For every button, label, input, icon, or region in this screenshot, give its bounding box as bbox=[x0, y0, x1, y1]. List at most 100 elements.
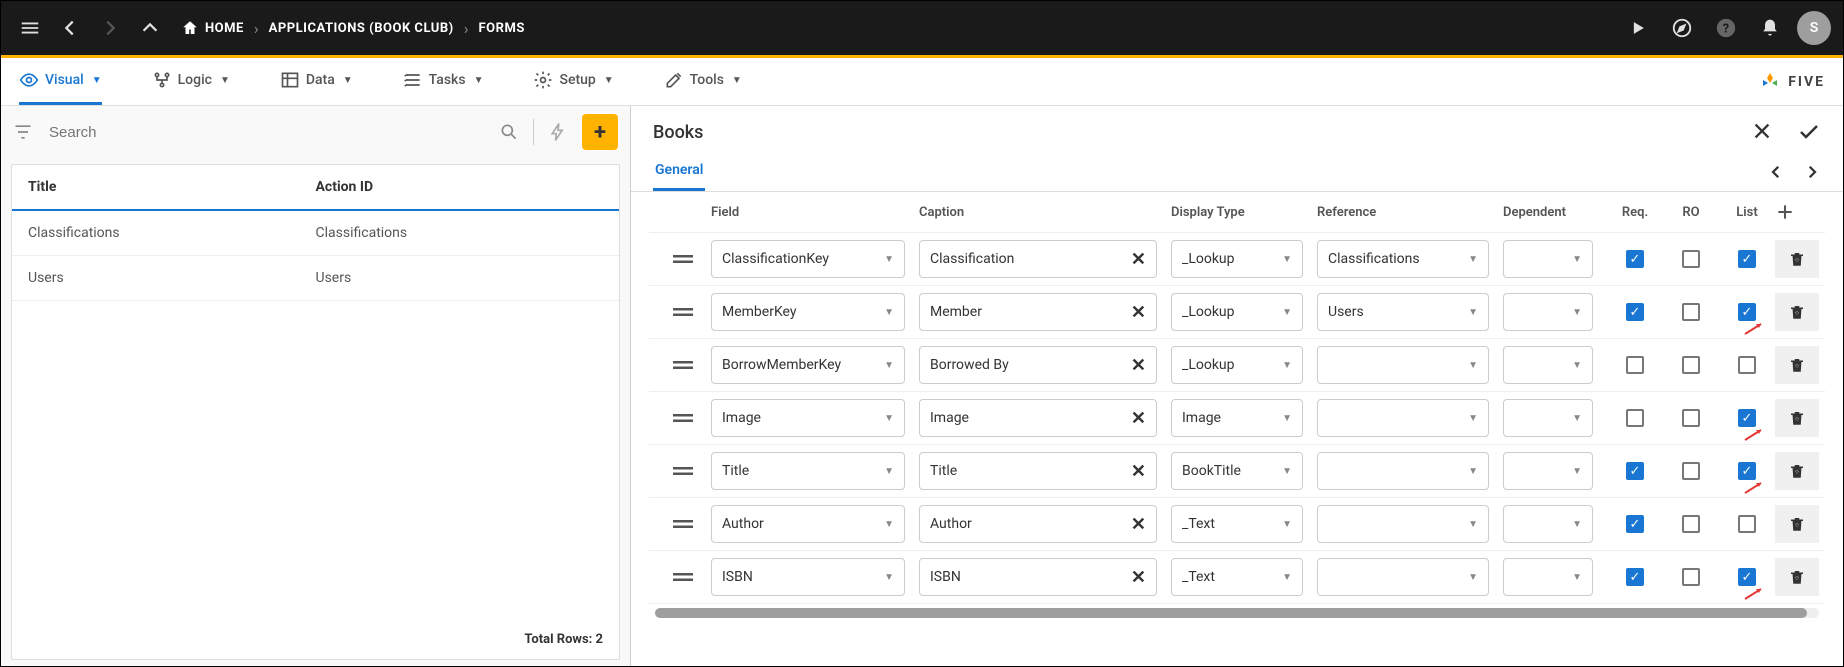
field-select[interactable]: MemberKey▼ bbox=[711, 293, 905, 331]
dependent-select[interactable]: ▼ bbox=[1503, 293, 1593, 331]
bell-icon[interactable] bbox=[1753, 11, 1787, 45]
clear-icon[interactable]: ✕ bbox=[1131, 567, 1146, 588]
up-icon[interactable] bbox=[133, 11, 167, 45]
delete-row-button[interactable] bbox=[1775, 346, 1819, 384]
display-type-select[interactable]: _Lookup▼ bbox=[1171, 346, 1303, 384]
list-checkbox[interactable] bbox=[1738, 515, 1756, 533]
breadcrumb-section[interactable]: FORMS bbox=[479, 21, 525, 36]
menu-tools[interactable]: Tools ▼ bbox=[664, 58, 742, 105]
delete-row-button[interactable] bbox=[1775, 558, 1819, 596]
delete-row-button[interactable] bbox=[1775, 399, 1819, 437]
list-checkbox[interactable]: ✓ bbox=[1738, 568, 1756, 586]
drag-handle-icon[interactable] bbox=[655, 571, 711, 583]
breadcrumb-home[interactable]: HOME bbox=[181, 19, 244, 37]
field-select[interactable]: BorrowMemberKey▼ bbox=[711, 346, 905, 384]
clear-icon[interactable]: ✕ bbox=[1131, 461, 1146, 482]
clear-icon[interactable]: ✕ bbox=[1131, 302, 1146, 323]
explore-icon[interactable] bbox=[1665, 11, 1699, 45]
drag-handle-icon[interactable] bbox=[655, 253, 711, 265]
list-checkbox[interactable]: ✓ bbox=[1738, 250, 1756, 268]
caption-input[interactable]: Image✕ bbox=[919, 399, 1157, 437]
clear-icon[interactable]: ✕ bbox=[1131, 514, 1146, 535]
delete-row-button[interactable] bbox=[1775, 505, 1819, 543]
filter-icon[interactable] bbox=[13, 122, 41, 142]
confirm-icon[interactable] bbox=[1797, 120, 1821, 144]
req-checkbox[interactable] bbox=[1626, 356, 1644, 374]
caption-input[interactable]: Title✕ bbox=[919, 452, 1157, 490]
dependent-select[interactable]: ▼ bbox=[1503, 505, 1593, 543]
req-checkbox[interactable]: ✓ bbox=[1626, 462, 1644, 480]
reference-select[interactable]: ▼ bbox=[1317, 558, 1489, 596]
menu-logic[interactable]: Logic ▼ bbox=[152, 58, 230, 105]
display-type-select[interactable]: BookTitle▼ bbox=[1171, 452, 1303, 490]
ro-checkbox[interactable] bbox=[1682, 462, 1700, 480]
list-checkbox[interactable] bbox=[1738, 356, 1756, 374]
menu-tasks[interactable]: Tasks ▼ bbox=[403, 58, 484, 105]
drag-handle-icon[interactable] bbox=[655, 359, 711, 371]
menu-data[interactable]: Data ▼ bbox=[280, 58, 353, 105]
caption-input[interactable]: Author✕ bbox=[919, 505, 1157, 543]
drag-handle-icon[interactable] bbox=[655, 518, 711, 530]
delete-row-button[interactable] bbox=[1775, 293, 1819, 331]
prev-icon[interactable] bbox=[1767, 163, 1785, 181]
caption-input[interactable]: Classification✕ bbox=[919, 240, 1157, 278]
menu-icon[interactable] bbox=[13, 11, 47, 45]
back-icon[interactable] bbox=[53, 11, 87, 45]
menu-setup[interactable]: Setup ▼ bbox=[533, 58, 613, 105]
dependent-select[interactable]: ▼ bbox=[1503, 240, 1593, 278]
horizontal-scrollbar[interactable] bbox=[655, 608, 1819, 618]
field-select[interactable]: Image▼ bbox=[711, 399, 905, 437]
clear-icon[interactable]: ✕ bbox=[1131, 249, 1146, 270]
search-input[interactable] bbox=[49, 124, 491, 141]
breadcrumb-app[interactable]: APPLICATIONS (BOOK CLUB) bbox=[269, 21, 454, 36]
list-row[interactable]: ClassificationsClassifications bbox=[12, 211, 619, 256]
list-checkbox[interactable]: ✓ bbox=[1738, 462, 1756, 480]
reference-select[interactable]: ▼ bbox=[1317, 346, 1489, 384]
close-icon[interactable] bbox=[1751, 120, 1773, 144]
display-type-select[interactable]: _Text▼ bbox=[1171, 505, 1303, 543]
reference-select[interactable]: ▼ bbox=[1317, 399, 1489, 437]
drag-handle-icon[interactable] bbox=[655, 412, 711, 424]
bolt-icon[interactable] bbox=[548, 122, 568, 142]
add-row-button[interactable] bbox=[1775, 202, 1819, 222]
reference-select[interactable]: ▼ bbox=[1317, 452, 1489, 490]
caption-input[interactable]: Borrowed By✕ bbox=[919, 346, 1157, 384]
ro-checkbox[interactable] bbox=[1682, 356, 1700, 374]
ro-checkbox[interactable] bbox=[1682, 515, 1700, 533]
menu-visual[interactable]: Visual ▼ bbox=[19, 58, 102, 105]
ro-checkbox[interactable] bbox=[1682, 303, 1700, 321]
avatar[interactable]: S bbox=[1797, 11, 1831, 45]
field-select[interactable]: Title▼ bbox=[711, 452, 905, 490]
scrollbar-thumb[interactable] bbox=[655, 608, 1807, 618]
caption-input[interactable]: Member✕ bbox=[919, 293, 1157, 331]
dependent-select[interactable]: ▼ bbox=[1503, 452, 1593, 490]
help-icon[interactable]: ? bbox=[1709, 11, 1743, 45]
dependent-select[interactable]: ▼ bbox=[1503, 346, 1593, 384]
req-checkbox[interactable] bbox=[1626, 409, 1644, 427]
req-checkbox[interactable]: ✓ bbox=[1626, 303, 1644, 321]
ro-checkbox[interactable] bbox=[1682, 409, 1700, 427]
clear-icon[interactable]: ✕ bbox=[1131, 355, 1146, 376]
req-checkbox[interactable]: ✓ bbox=[1626, 250, 1644, 268]
field-select[interactable]: Author▼ bbox=[711, 505, 905, 543]
reference-select[interactable]: ▼ bbox=[1317, 505, 1489, 543]
reference-select[interactable]: Users▼ bbox=[1317, 293, 1489, 331]
dependent-select[interactable]: ▼ bbox=[1503, 399, 1593, 437]
dependent-select[interactable]: ▼ bbox=[1503, 558, 1593, 596]
field-select[interactable]: ISBN▼ bbox=[711, 558, 905, 596]
list-row[interactable]: UsersUsers bbox=[12, 256, 619, 301]
ro-checkbox[interactable] bbox=[1682, 250, 1700, 268]
field-select[interactable]: ClassificationKey▼ bbox=[711, 240, 905, 278]
req-checkbox[interactable]: ✓ bbox=[1626, 568, 1644, 586]
search-icon[interactable] bbox=[499, 122, 519, 142]
list-checkbox[interactable]: ✓ bbox=[1738, 303, 1756, 321]
ro-checkbox[interactable] bbox=[1682, 568, 1700, 586]
display-type-select[interactable]: Image▼ bbox=[1171, 399, 1303, 437]
add-button[interactable]: + bbox=[582, 114, 618, 150]
caption-input[interactable]: ISBN✕ bbox=[919, 558, 1157, 596]
delete-row-button[interactable] bbox=[1775, 452, 1819, 490]
clear-icon[interactable]: ✕ bbox=[1131, 408, 1146, 429]
drag-handle-icon[interactable] bbox=[655, 306, 711, 318]
req-checkbox[interactable]: ✓ bbox=[1626, 515, 1644, 533]
delete-row-button[interactable] bbox=[1775, 240, 1819, 278]
